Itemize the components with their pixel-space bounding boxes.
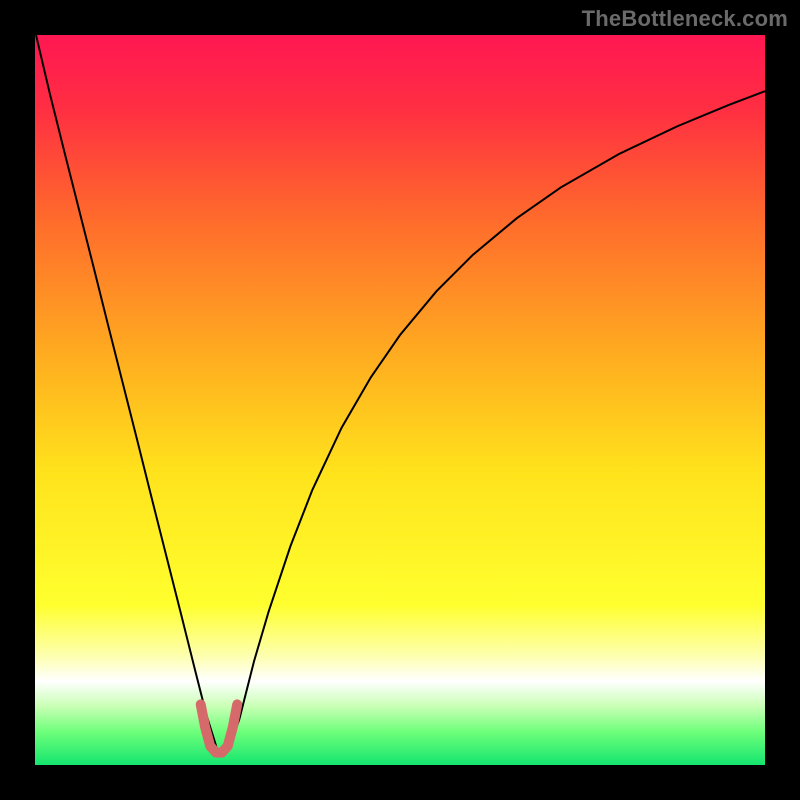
chart-plot-area	[35, 35, 765, 765]
image-frame: TheBottleneck.com	[0, 0, 800, 800]
chart-svg	[35, 35, 765, 765]
chart-background	[35, 35, 765, 765]
watermark-text: TheBottleneck.com	[582, 6, 788, 32]
